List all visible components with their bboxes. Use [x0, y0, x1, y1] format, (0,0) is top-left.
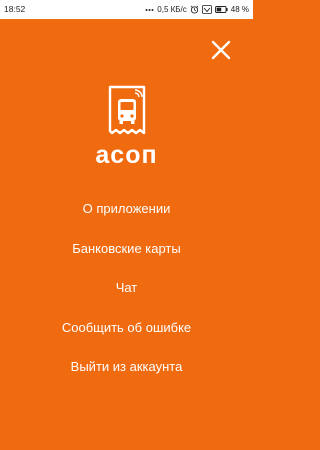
close-icon[interactable]: [208, 37, 234, 63]
menu-screen: асоп О приложении Банковские карты Чат С…: [0, 19, 253, 450]
logo-wordmark: асоп: [95, 141, 158, 169]
status-icons: 0,5 КБ/с 48 %: [145, 0, 249, 19]
menu-list: О приложении Банковские карты Чат Сообщи…: [0, 189, 253, 387]
menu-item-about[interactable]: О приложении: [0, 189, 253, 229]
menu-item-chat[interactable]: Чат: [0, 268, 253, 308]
menu-item-report-error[interactable]: Сообщить об ошибке: [0, 308, 253, 348]
menu-item-logout[interactable]: Выйти из аккаунта: [0, 347, 253, 387]
status-time: 18:52: [4, 4, 26, 14]
status-bar: 18:52 0,5 КБ/с 48 %: [0, 0, 253, 19]
battery-icon: [214, 6, 228, 13]
app-logo: асоп: [0, 85, 253, 185]
bus-ticket-icon: [108, 85, 146, 135]
battery-percent: 48 %: [230, 5, 249, 14]
alarm-icon: [190, 5, 199, 14]
close-button[interactable]: [208, 37, 234, 63]
volte-icon: [201, 5, 212, 14]
signal-dots-icon: [145, 7, 154, 13]
network-speed: 0,5 КБ/с: [157, 5, 187, 14]
menu-item-bank-cards[interactable]: Банковские карты: [0, 229, 253, 269]
